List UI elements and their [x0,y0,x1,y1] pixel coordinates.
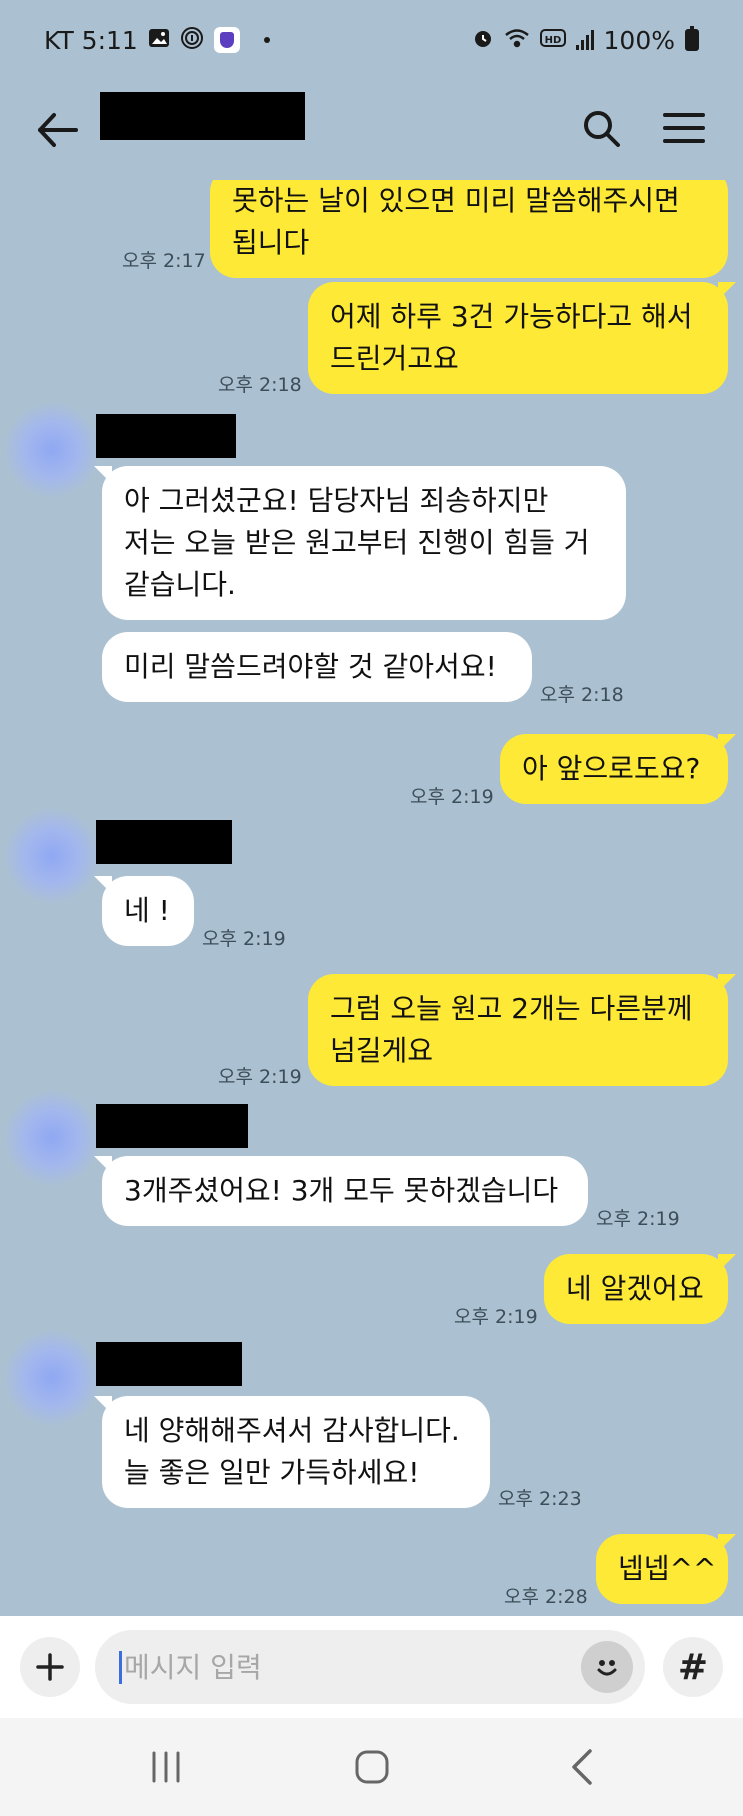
home-icon [355,1750,389,1784]
hd-icon: HD [539,28,566,53]
message-line: 못하는 날이 있으면 미리 말씀해주시면 [232,184,680,217]
message-line: 네 알겠어요 [566,1272,704,1305]
message-time: 오후 2:28 [504,1586,588,1608]
wifi-icon [504,27,530,54]
sender-name-redacted [96,414,236,458]
battery-percent: 100% [603,25,675,55]
system-nav-bar [0,1718,743,1816]
message-bubble-other[interactable]: 3개주셨어요! 3개 모두 못하겠습니다 [94,1156,588,1226]
message-line: 같습니다. [124,568,236,601]
message-line: 저는 오늘 받은 원고부터 진행이 힘들 거 [124,526,590,559]
message-bubble-mine[interactable]: 넵넵^^ [596,1534,736,1604]
message-bubble-other[interactable]: 네 양해해주셔서 감사합니다. 늘 좋은 일만 가득하세요! [94,1396,490,1508]
home-button[interactable] [342,1742,402,1792]
status-right: HD 100% [472,26,699,55]
emoji-button[interactable] [581,1641,633,1693]
shield-icon [213,27,240,53]
back-button[interactable] [30,102,86,158]
recent-apps-icon [152,1751,180,1783]
message-time: 오후 2:19 [202,928,286,950]
recent-apps-button[interactable] [136,1742,196,1792]
search-icon [584,111,620,147]
avatar[interactable] [4,808,100,904]
message-line: 네 양해해주셔서 감사합니다. [124,1414,460,1447]
message-bubble-other[interactable]: 네 ! [94,876,194,946]
message-line: 어제 하루 3건 가능하다고 해서 [330,300,693,333]
menu-button[interactable] [656,100,712,156]
message-line: 미리 말씀드려야할 것 같아서요! [124,650,497,683]
chat-title-redacted [100,92,305,140]
gallery-icon [148,27,170,54]
message-line: 됩니다 [232,226,310,259]
notification-dot-icon [263,37,270,43]
avatar[interactable] [4,1330,100,1426]
message-bubble-mine[interactable]: 못하는 날이 있으면 미리 말씀해주시면 됩니다 [210,180,736,278]
fingerprint-icon [180,26,204,55]
message-line: 아 앞으로도요? [522,752,701,785]
message-time: 오후 2:19 [218,1066,302,1088]
message-input[interactable] [119,1650,559,1684]
message-time: 오후 2:19 [454,1306,538,1328]
message-line: 네 ! [124,894,170,927]
battery-icon [685,26,699,51]
plus-icon [36,1653,64,1681]
sender-name-redacted [96,820,232,864]
back-icon [572,1749,592,1785]
search-button[interactable] [576,100,626,156]
hashtag-icon: # [677,1646,709,1688]
svg-text:HD: HD [544,35,561,46]
message-bubble-other[interactable]: 미리 말씀드려야할 것 같아서요! [102,632,532,702]
message-time: 오후 2:17 [122,250,206,272]
message-time: 오후 2:19 [596,1208,680,1230]
message-line: 아 그러셨군요! 담당자님 죄송하지만 [124,484,549,517]
sender-name-redacted [96,1104,248,1148]
attach-button[interactable] [20,1637,80,1697]
message-time: 오후 2:23 [498,1488,582,1510]
menu-icon [663,113,705,117]
message-line: 늘 좋은 일만 가득하세요! [124,1456,420,1489]
alarm-icon [472,27,494,54]
status-left: KT 5:11 [44,26,270,55]
status-bar: KT 5:11 HD 100% [0,0,743,80]
message-bubble-mine[interactable]: 아 앞으로도요? [500,734,736,804]
message-line: 넘길게요 [330,1034,434,1067]
system-back-button[interactable] [552,1742,612,1792]
chat-area[interactable]: 못하는 날이 있으면 미리 말씀해주시면 됩니다 오후 2:17 어제 하루 3… [0,180,743,1616]
message-time: 오후 2:18 [218,374,302,396]
avatar[interactable] [4,1090,100,1186]
hashtag-button[interactable]: # [663,1637,723,1697]
back-arrow-icon [38,113,78,147]
message-input-container[interactable] [95,1630,645,1704]
sender-name-redacted [96,1342,242,1386]
signal-icon [575,30,594,50]
message-line: 그럼 오늘 원고 2개는 다른분께 [330,992,693,1025]
emoji-icon [597,1660,617,1676]
message-time: 오후 2:19 [410,786,494,808]
message-bubble-mine[interactable]: 어제 하루 3건 가능하다고 해서 드린거고요 [308,282,736,394]
message-line: 드린거고요 [330,342,459,375]
message-bubble-other[interactable]: 아 그러셨군요! 담당자님 죄송하지만 저는 오늘 받은 원고부터 진행이 힘들… [94,466,626,620]
message-time: 오후 2:18 [540,684,624,706]
message-bubble-mine[interactable]: 네 알겠어요 [544,1254,736,1324]
avatar[interactable] [4,402,100,498]
message-input-bar: # [0,1616,743,1718]
chat-header [0,80,743,180]
message-line: 3개주셨어요! 3개 모두 못하겠습니다 [124,1174,559,1207]
message-line: 넵넵^^ [618,1552,717,1585]
message-bubble-mine[interactable]: 그럼 오늘 원고 2개는 다른분께 넘길게요 [308,974,736,1086]
carrier-time: KT 5:11 [44,25,138,55]
